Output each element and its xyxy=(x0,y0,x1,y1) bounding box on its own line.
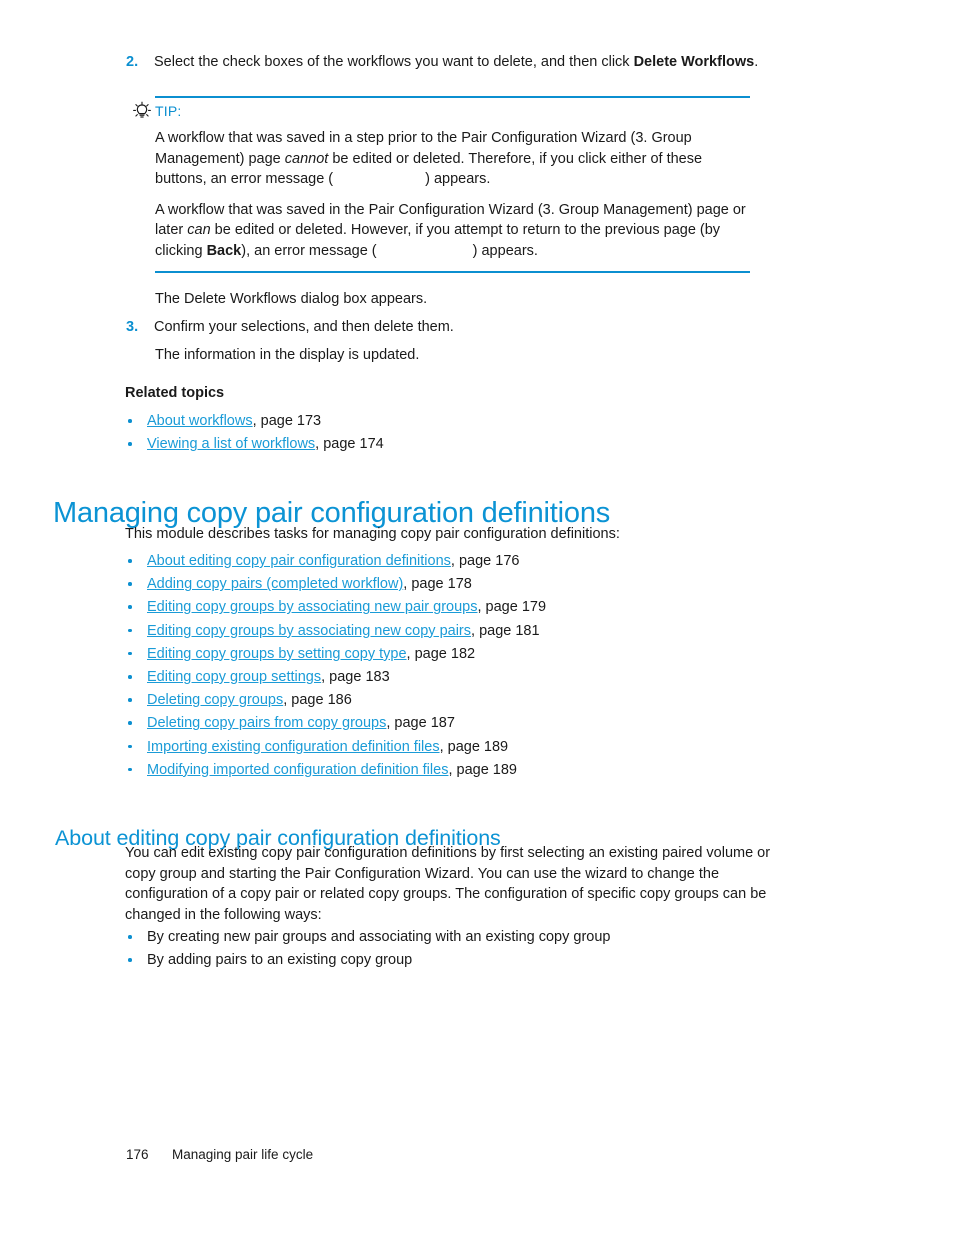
list-item: Modifying imported configuration definit… xyxy=(125,760,546,780)
related-topic-page: , page 173 xyxy=(252,413,322,429)
section-intro-paragraph: This module describes tasks for managing… xyxy=(125,526,620,542)
topic-page: , page 181 xyxy=(471,622,540,639)
topic-link[interactable]: Editing copy groups by setting copy type xyxy=(147,646,407,662)
tip-body: A workflow that was saved in a step prio… xyxy=(155,122,750,271)
step-text: Confirm your selections, and then delete… xyxy=(154,319,454,335)
tip-admonition: TIP: A workflow that was saved in a step… xyxy=(132,96,750,273)
list-item: About editing copy pair configuration de… xyxy=(125,551,546,571)
list-item: Deleting copy groups, page 186 xyxy=(125,690,546,710)
lightbulb-icon xyxy=(132,101,152,121)
tip-p2-seg4: ) appears. xyxy=(472,242,538,259)
list-item: Adding copy pairs (completed workflow), … xyxy=(125,574,546,594)
step-text-after: . xyxy=(754,54,759,70)
topic-page: , page 179 xyxy=(477,599,547,616)
topic-link[interactable]: Adding copy pairs (completed workflow) xyxy=(147,576,403,592)
related-topics-heading: Related topics xyxy=(125,385,225,401)
topic-page: , page 182 xyxy=(406,645,476,662)
step-item-3: 3. Confirm your selections, and then del… xyxy=(126,317,806,337)
tip-p2-italic: can xyxy=(187,222,211,238)
topic-link[interactable]: Editing copy groups by associating new p… xyxy=(147,599,477,615)
topic-page: , page 189 xyxy=(448,761,517,778)
topic-page: , page 176 xyxy=(450,553,520,569)
list-item: By adding pairs to an existing copy grou… xyxy=(125,950,610,970)
related-topic-page: , page 174 xyxy=(315,436,384,453)
tip-bottom-rule xyxy=(155,271,750,273)
page-footer: 176 Managing pair life cycle xyxy=(126,1146,313,1164)
list-item: Viewing a list of workflows, page 174 xyxy=(125,434,384,454)
topic-page: , page 187 xyxy=(386,715,455,732)
topic-link[interactable]: Modifying imported configuration definit… xyxy=(147,762,448,778)
topic-link[interactable]: Editing copy group settings xyxy=(147,669,321,685)
result-text-after-step-2: The Delete Workflows dialog box appears. xyxy=(155,291,428,307)
document-page: 2. Select the check boxes of the workflo… xyxy=(0,0,954,1235)
tip-p2-seg3: ), an error message ( xyxy=(241,242,377,259)
footer-page-number: 176 xyxy=(126,1147,149,1162)
tip-p1-seg3: ) appears. xyxy=(425,171,491,187)
topic-link[interactable]: Importing existing configuration definit… xyxy=(147,739,440,755)
list-item: Editing copy groups by associating new c… xyxy=(125,621,546,641)
about-editing-paragraph: You can edit existing copy pair configur… xyxy=(125,845,771,923)
delete-workflows-label: Delete Workflows xyxy=(633,54,755,70)
topic-page: , page 189 xyxy=(439,738,509,755)
tip-header: TIP: xyxy=(132,100,750,122)
topic-link[interactable]: About editing copy pair configuration de… xyxy=(147,553,451,569)
related-topic-link[interactable]: About workflows xyxy=(147,413,253,429)
about-editing-list: By creating new pair groups and associat… xyxy=(125,927,610,973)
topic-link[interactable]: Editing copy groups by associating new c… xyxy=(147,623,471,639)
footer-chapter-title: Managing pair life cycle xyxy=(172,1147,314,1162)
topic-link[interactable]: Deleting copy groups xyxy=(147,692,283,708)
list-item: Editing copy group settings, page 183 xyxy=(125,667,546,687)
related-topic-link[interactable]: Viewing a list of workflows xyxy=(147,436,315,452)
tip-top-rule xyxy=(155,96,750,98)
tip-label: TIP: xyxy=(155,103,182,119)
back-button-label: Back xyxy=(206,242,242,259)
topic-page: , page 186 xyxy=(283,692,352,709)
step-number: 3. xyxy=(126,319,139,335)
step-number: 2. xyxy=(126,54,139,70)
topic-page: , page 183 xyxy=(321,668,390,685)
topic-link[interactable]: Deleting copy pairs from copy groups xyxy=(147,715,386,731)
step-text-before: Select the check boxes of the workflows … xyxy=(154,54,634,70)
list-item: Editing copy groups by setting copy type… xyxy=(125,644,546,664)
tip-paragraph-2: A workflow that was saved in the Pair Co… xyxy=(155,200,747,262)
result-text-after-step-3: The information in the display is update… xyxy=(155,347,420,363)
step-text: Select the check boxes of the workflows … xyxy=(154,52,758,72)
tip-p1-italic: cannot xyxy=(284,150,329,167)
list-item: Editing copy groups by associating new p… xyxy=(125,597,546,617)
list-item: Importing existing configuration definit… xyxy=(125,737,546,757)
step-item-2: 2. Select the check boxes of the workflo… xyxy=(126,52,806,72)
related-topics-list: About workflows, page 173 Viewing a list… xyxy=(125,411,384,457)
list-item: By creating new pair groups and associat… xyxy=(125,927,610,947)
list-item: About workflows, page 173 xyxy=(125,411,384,431)
topic-page: , page 178 xyxy=(403,576,472,593)
list-item: Deleting copy pairs from copy groups, pa… xyxy=(125,713,546,733)
tip-paragraph-1: A workflow that was saved in a step prio… xyxy=(155,128,747,190)
section-topic-list: About editing copy pair configuration de… xyxy=(125,551,546,783)
